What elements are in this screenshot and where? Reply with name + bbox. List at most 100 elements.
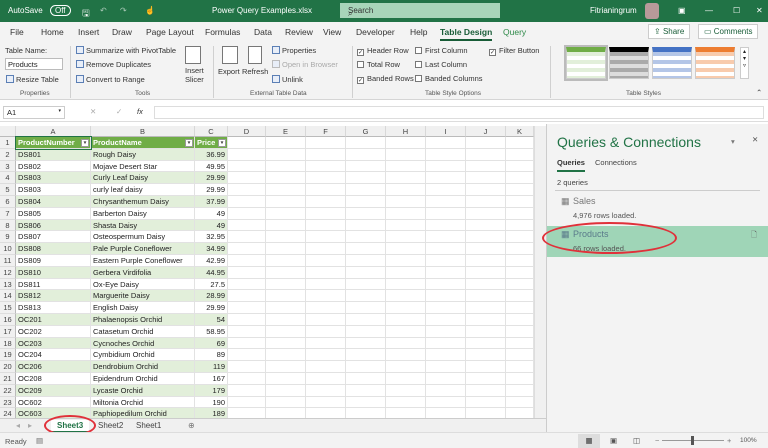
column-header[interactable]: H bbox=[386, 126, 426, 137]
table-cell[interactable]: 29.99 bbox=[195, 302, 228, 314]
empty-cell[interactable] bbox=[426, 243, 466, 255]
table-cell[interactable]: 36.99 bbox=[195, 148, 228, 161]
row-header[interactable]: 13 bbox=[0, 278, 16, 291]
properties-button[interactable]: Properties bbox=[272, 46, 316, 55]
empty-cell[interactable] bbox=[346, 172, 386, 185]
empty-cell[interactable] bbox=[386, 408, 426, 418]
empty-cell[interactable] bbox=[346, 243, 386, 255]
tab-formulas[interactable]: Formulas bbox=[205, 27, 240, 37]
column-header[interactable]: A bbox=[16, 126, 91, 137]
empty-cell[interactable] bbox=[466, 396, 506, 409]
empty-cell[interactable] bbox=[228, 219, 266, 232]
empty-cell[interactable] bbox=[266, 361, 306, 373]
table-cell[interactable]: 49 bbox=[195, 207, 228, 220]
table-cell[interactable]: Gerbera Virdifolia bbox=[91, 266, 195, 279]
empty-cell[interactable] bbox=[266, 137, 306, 149]
empty-cell[interactable] bbox=[266, 314, 306, 326]
row-header[interactable]: 3 bbox=[0, 160, 16, 173]
empty-cell[interactable] bbox=[228, 337, 266, 350]
empty-cell[interactable] bbox=[228, 396, 266, 409]
empty-cell[interactable] bbox=[426, 160, 466, 173]
empty-cell[interactable] bbox=[466, 266, 506, 279]
empty-cell[interactable] bbox=[306, 148, 346, 161]
table-cell[interactable]: 119 bbox=[195, 361, 228, 373]
tab-connections[interactable]: Connections bbox=[595, 158, 637, 167]
empty-cell[interactable] bbox=[266, 243, 306, 255]
empty-cell[interactable] bbox=[266, 160, 306, 173]
summarize-pivot-button[interactable]: Summarize with PivotTable bbox=[76, 46, 176, 55]
empty-cell[interactable] bbox=[506, 325, 534, 338]
empty-cell[interactable] bbox=[426, 172, 466, 185]
empty-cell[interactable] bbox=[306, 278, 346, 291]
enter-icon[interactable]: ✓ bbox=[116, 107, 122, 116]
table-style-black[interactable] bbox=[609, 47, 649, 79]
empty-cell[interactable] bbox=[306, 373, 346, 385]
table-cell[interactable]: Chrysanthemum Daisy bbox=[91, 196, 195, 208]
insert-slicer-button[interactable]: Insert Slicer bbox=[185, 66, 204, 84]
empty-cell[interactable] bbox=[426, 325, 466, 338]
table-cell[interactable]: Pale Purple Coneflower bbox=[91, 243, 195, 255]
user-name[interactable]: Fitrianingrum bbox=[590, 6, 637, 15]
banded-columns-checkbox[interactable]: Banded Columns bbox=[415, 74, 483, 83]
empty-cell[interactable] bbox=[228, 160, 266, 173]
table-cell[interactable]: 44.95 bbox=[195, 266, 228, 279]
next-sheet-icon[interactable]: ▸ bbox=[22, 420, 38, 431]
table-cell[interactable]: OC204 bbox=[16, 349, 91, 362]
empty-cell[interactable] bbox=[346, 160, 386, 173]
normal-view-icon[interactable]: ▦ bbox=[578, 434, 600, 448]
empty-cell[interactable] bbox=[228, 184, 266, 196]
table-cell[interactable]: DS806 bbox=[16, 219, 91, 232]
empty-cell[interactable] bbox=[466, 408, 506, 418]
empty-cell[interactable] bbox=[386, 207, 426, 220]
tab-home[interactable]: Home bbox=[41, 27, 64, 37]
empty-cell[interactable] bbox=[386, 302, 426, 314]
empty-cell[interactable] bbox=[386, 196, 426, 208]
empty-cell[interactable] bbox=[426, 184, 466, 196]
empty-cell[interactable] bbox=[506, 231, 534, 244]
tab-page-layout[interactable]: Page Layout bbox=[146, 27, 194, 37]
table-header-cell[interactable]: ProductName ▾ bbox=[91, 137, 195, 149]
filename[interactable]: Power Query Examples.xlsx bbox=[212, 6, 312, 15]
empty-cell[interactable] bbox=[506, 207, 534, 220]
table-cell[interactable]: Dendrobium Orchid bbox=[91, 361, 195, 373]
table-cell[interactable]: 29.99 bbox=[195, 184, 228, 196]
empty-cell[interactable] bbox=[266, 325, 306, 338]
row-header[interactable]: 9 bbox=[0, 231, 16, 244]
table-cell[interactable]: Catasetum Orchid bbox=[91, 325, 195, 338]
row-header[interactable]: 21 bbox=[0, 373, 16, 385]
row-header[interactable]: 22 bbox=[0, 384, 16, 397]
empty-cell[interactable] bbox=[266, 278, 306, 291]
empty-cell[interactable] bbox=[506, 314, 534, 326]
empty-cell[interactable] bbox=[426, 373, 466, 385]
vertical-scrollbar[interactable] bbox=[534, 126, 546, 418]
empty-cell[interactable] bbox=[306, 231, 346, 244]
empty-cell[interactable] bbox=[306, 408, 346, 418]
table-cell[interactable]: DS810 bbox=[16, 266, 91, 279]
zoom-in-icon[interactable]: + bbox=[727, 436, 731, 445]
convert-to-range-button[interactable]: Convert to Range bbox=[76, 75, 145, 84]
close-icon[interactable]: ✕ bbox=[756, 6, 763, 15]
empty-cell[interactable] bbox=[426, 207, 466, 220]
table-cell[interactable]: Osteospermum Daisy bbox=[91, 231, 195, 244]
first-column-checkbox[interactable]: First Column bbox=[415, 46, 468, 55]
empty-cell[interactable] bbox=[346, 302, 386, 314]
empty-cell[interactable] bbox=[506, 302, 534, 314]
table-cell[interactable]: DS812 bbox=[16, 290, 91, 303]
column-header[interactable]: C bbox=[195, 126, 228, 137]
empty-cell[interactable] bbox=[266, 396, 306, 409]
empty-cell[interactable] bbox=[466, 361, 506, 373]
spreadsheet-grid[interactable]: A B C D E F G H I J K 1 ProductNumber ▾ ProductName ▾ Pr… bbox=[0, 126, 546, 418]
table-cell[interactable]: DS805 bbox=[16, 207, 91, 220]
empty-cell[interactable] bbox=[506, 148, 534, 161]
row-header[interactable]: 5 bbox=[0, 184, 16, 196]
row-header[interactable]: 19 bbox=[0, 349, 16, 362]
table-cell[interactable]: Lycaste Orchid bbox=[91, 384, 195, 397]
table-cell[interactable]: DS802 bbox=[16, 160, 91, 173]
empty-cell[interactable] bbox=[346, 408, 386, 418]
empty-cell[interactable] bbox=[228, 384, 266, 397]
empty-cell[interactable] bbox=[228, 231, 266, 244]
select-all[interactable] bbox=[0, 126, 16, 137]
empty-cell[interactable] bbox=[306, 184, 346, 196]
empty-cell[interactable] bbox=[426, 137, 466, 149]
empty-cell[interactable] bbox=[386, 160, 426, 173]
